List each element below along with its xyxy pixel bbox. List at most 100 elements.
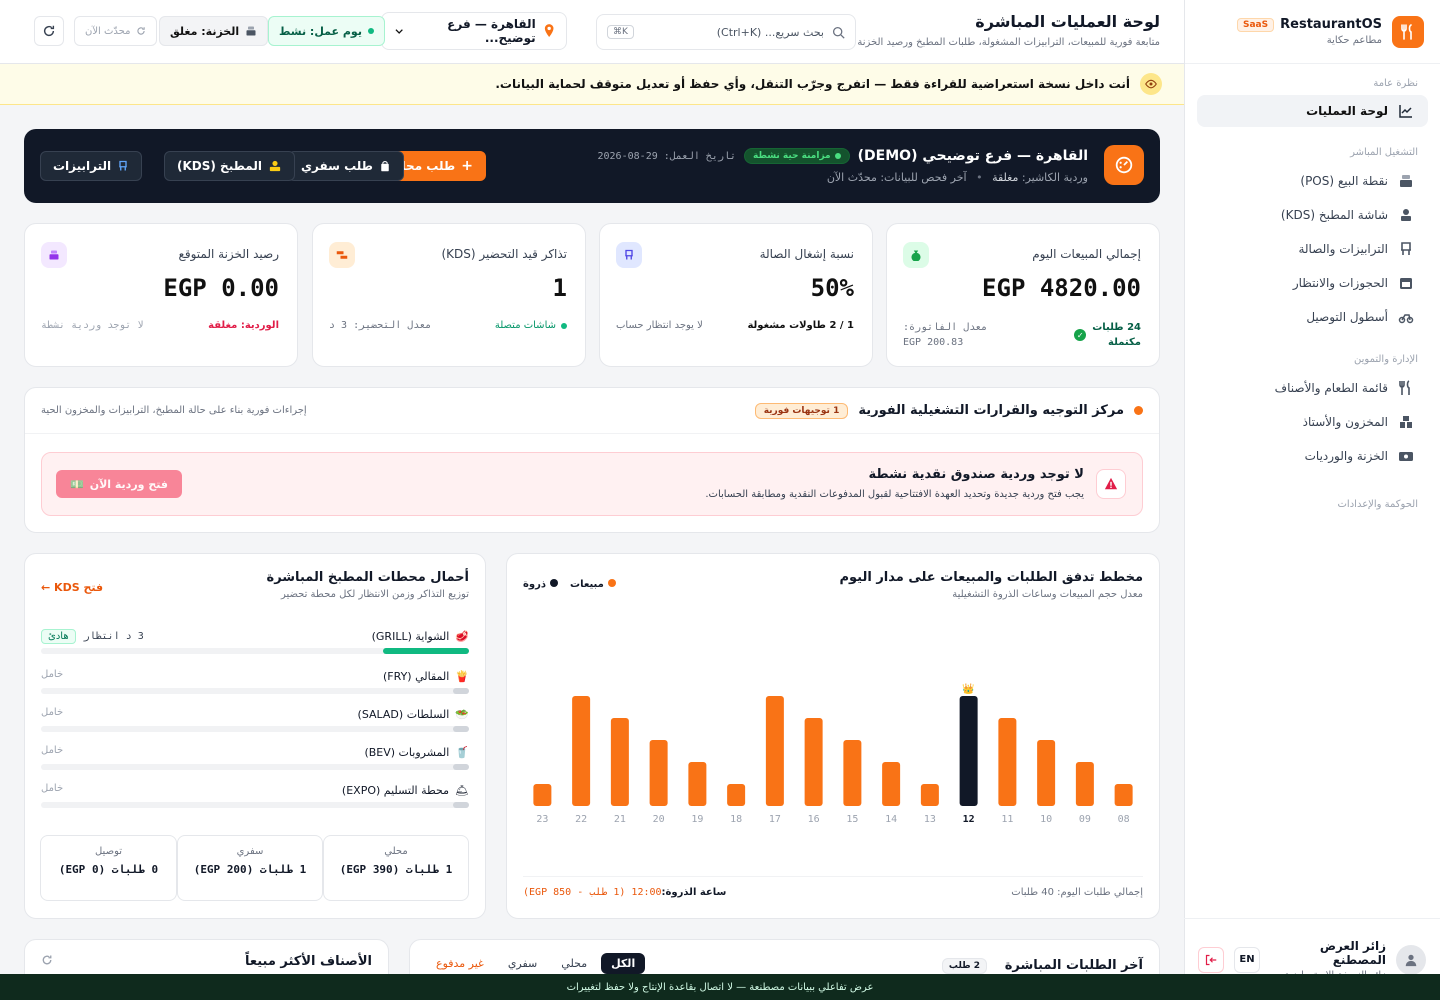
peak-value: 12:00 (1 طلب - 850 EGP) (523, 887, 662, 898)
brand-name: RestaurantOS (1280, 17, 1382, 32)
bar (610, 718, 629, 806)
station-load-fill (453, 726, 469, 732)
x-tick-label: 09 (1079, 814, 1091, 825)
new-takeaway-order-button[interactable]: طلب سفري (288, 151, 404, 181)
x-tick-label: 12 (963, 814, 975, 825)
cash-icon (1399, 452, 1413, 461)
business-date: تاريخ العمل: 29-08-2026 (597, 151, 736, 162)
bar (649, 740, 668, 806)
sidebar-item-inventory[interactable]: المخزون والأستاذ (1185, 405, 1440, 439)
logout-icon[interactable] (1198, 946, 1224, 973)
brand: RestaurantOS SaaS مطاعم حكاية (1185, 0, 1440, 64)
station-load-fill (453, 802, 469, 808)
status-dot (367, 28, 374, 34)
sidebar-item-treasury[interactable]: الخزنة والورديات (1185, 439, 1440, 473)
station-name: السلطات (SALAD) (357, 708, 450, 721)
station-status: خامل (41, 669, 64, 680)
search-placeholder: بحث سريع... (Ctrl+K) (716, 25, 824, 39)
tab-all[interactable]: الكل (601, 953, 646, 974)
tickets-icon (329, 242, 355, 268)
bar-peak (959, 696, 978, 806)
sync-label: مزامنة حية نشطة (753, 151, 831, 161)
nav-section-title-governance[interactable]: الحوكمة والإعدادات (1185, 499, 1440, 510)
x-tick-label: 15 (846, 814, 858, 825)
utensils-icon (1392, 15, 1424, 48)
data-check: آخر فحص للبيانات: محدّث الآن (826, 171, 967, 184)
register-icon (246, 26, 256, 36)
tab-takeaway[interactable]: سفري (498, 953, 547, 974)
alert-title: لا توجد وردية صندوق نقدية نشطة (868, 467, 1084, 482)
station-expo: 🛎 محطة التسليم (EXPO) خامل (41, 783, 469, 814)
tables-button[interactable]: الترابيزات (40, 151, 143, 181)
date-value: 29-08-2026 (597, 150, 658, 162)
calendar-icon (1400, 278, 1412, 289)
station-name: المشروبات (BEV) (364, 746, 450, 759)
treasury-status[interactable]: الخزنة: مغلق (159, 16, 269, 46)
tab-unpaid[interactable]: غير مدفوع (426, 953, 494, 974)
channel-value: 1 طلبات (390 EGP) (339, 863, 453, 876)
station-load-track (41, 802, 469, 808)
sidebar-item-delivery[interactable]: أسطول التوصيل (1185, 300, 1440, 334)
kpi-label: إجمالي المبيعات اليوم (1032, 247, 1141, 261)
workday-label: يوم عمل: نشط (279, 24, 362, 38)
x-tick-label: 18 (730, 814, 742, 825)
search-input[interactable]: بحث سريع... (Ctrl+K) K⌘ (596, 14, 856, 50)
station-load-track (41, 648, 469, 654)
kpi-label: تذاكر قيد التحضير (KDS) (441, 247, 567, 261)
refresh-icon[interactable] (41, 954, 53, 966)
sidebar-item-menu[interactable]: قائمة الطعام والأصناف (1185, 371, 1440, 405)
peak-label: ساعة الذروة: (661, 887, 727, 898)
sidebar-item-kds[interactable]: شاشة المطبخ (KDS) (1185, 198, 1440, 232)
refresh-button[interactable] (34, 16, 64, 46)
bar (843, 740, 862, 806)
sidebar-item-label: شاشة المطبخ (KDS) (1280, 208, 1388, 222)
check-circle-icon: ✓ (1074, 329, 1087, 341)
language-button[interactable]: EN (1234, 946, 1260, 973)
legend-label: ذروة (523, 579, 547, 590)
kpi-value: 50% (810, 274, 854, 302)
motorbike-icon (1398, 314, 1414, 324)
sidebar-item-label: نقطة البيع (POS) (1300, 174, 1388, 188)
legend-swatch (550, 579, 559, 587)
station-status: خامل (41, 707, 64, 718)
station-load-fill (383, 648, 469, 654)
branch-selector[interactable]: القاهرة — فرع توضيح... (381, 12, 567, 50)
refresh-icon (43, 25, 55, 37)
sidebar-item-dashboard[interactable]: لوحة العمليات (1197, 95, 1428, 127)
kpi-footer: 1 / 2 طاولات مشغولة لا يوجد انتظار حساب (616, 320, 854, 331)
bar (727, 784, 746, 806)
page-title: لوحة العمليات المباشرة (975, 12, 1160, 31)
hero-title: القاهرة — فرع توضيحي (DEMO) (857, 148, 1088, 164)
saas-badge: SaaS (1237, 17, 1275, 32)
workday-status[interactable]: يوم عمل: نشط (268, 16, 385, 46)
kpi-shift-note: لا توجد وردية نشطة (41, 320, 144, 331)
kds-load-card: أحمال محطات المطبخ المباشرة توزيع التذاك… (24, 553, 486, 919)
bar (765, 696, 784, 806)
chef-icon (269, 160, 281, 172)
tab-local[interactable]: محلي (551, 953, 597, 974)
kitchen-button[interactable]: المطبخ (KDS) (164, 151, 295, 181)
station-name: محطة التسليم (EXPO) (341, 784, 450, 797)
x-tick-label: 17 (769, 814, 781, 825)
open-kds-link[interactable]: فتح KDS ← (41, 581, 103, 594)
boxes-icon (1400, 416, 1412, 428)
sidebar-item-tables[interactable]: الترابيزات والصالة (1185, 232, 1440, 266)
sidebar-item-pos[interactable]: نقطة البيع (POS) (1185, 164, 1440, 198)
station-load-fill (453, 764, 469, 770)
station-name: المقالي (FRY) (383, 670, 450, 683)
bell-icon: 🛎 (455, 784, 469, 797)
bar (533, 784, 552, 806)
branch-name: القاهرة — فرع توضيح... (447, 17, 536, 45)
readonly-banner: أنت داخل نسخة استعراضية للقراءة فقط — ات… (0, 64, 1184, 105)
hero-title-row: القاهرة — فرع توضيحي (DEMO) مزامنة حية ن… (597, 148, 1088, 164)
sidebar-item-reservations[interactable]: الحجوزات والانتظار (1185, 266, 1440, 300)
legend-sales: مبيعات (570, 579, 616, 590)
kds-title: أحمال محطات المطبخ المباشرة (266, 570, 469, 585)
treasury-label: الخزنة: مغلق (170, 24, 240, 38)
kpi-footer: الوردية: مغلقة لا توجد وردية نشطة (41, 320, 279, 331)
updated-status: محدّث الآن (74, 16, 158, 46)
open-shift-button[interactable]: فتح وردية الآن 💵 (56, 470, 182, 498)
kpi-orders: 24 طلبات (1092, 322, 1141, 333)
chart-title: مخطط تدفق الطلبات والمبيعات على مدار الي… (839, 570, 1143, 585)
register-icon (41, 242, 67, 268)
